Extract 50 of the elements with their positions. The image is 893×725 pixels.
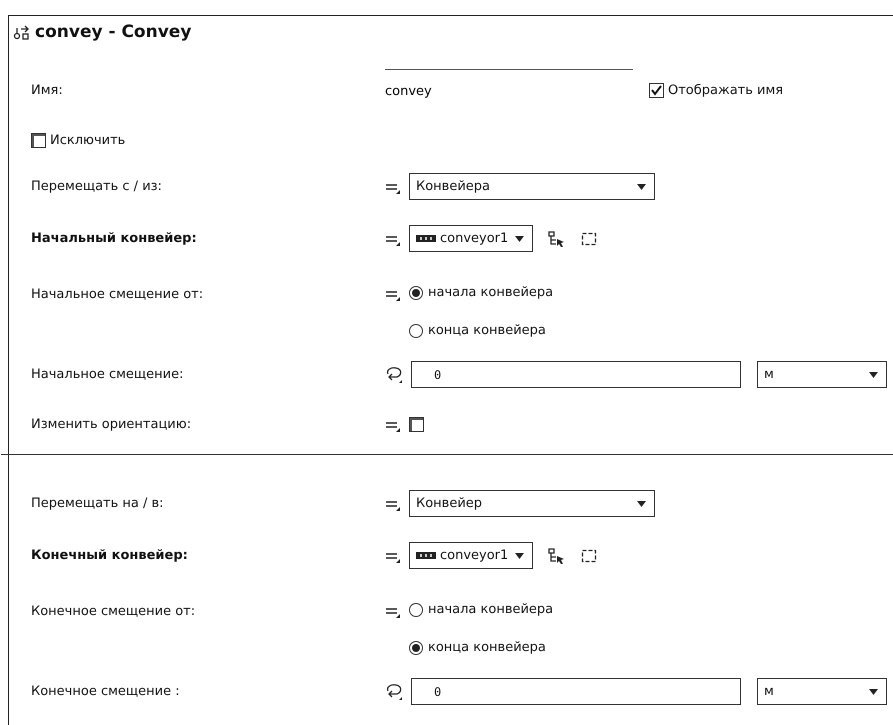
caret-icon: [637, 500, 646, 506]
field-label: Конечное смещение от:: [31, 602, 196, 620]
caret-icon: [515, 236, 524, 242]
caret-icon: [869, 688, 878, 694]
pick-icon[interactable]: [547, 230, 565, 248]
dropdown[interactable]: Конвейера: [409, 173, 655, 200]
loop-arrow-icon[interactable]: [385, 682, 403, 700]
radio-label[interactable]: начала конвейера: [428, 282, 554, 302]
radio-button[interactable]: [409, 286, 423, 300]
object-name: conveyor1: [440, 546, 508, 565]
dashed-square-icon[interactable]: [581, 230, 597, 246]
object-dropdown[interactable]: conveyor1: [409, 225, 533, 252]
checkbox[interactable]: [649, 83, 664, 98]
checkbox-label[interactable]: Отображать имя: [668, 80, 784, 100]
caret-icon: [637, 184, 646, 190]
radio-button[interactable]: [409, 324, 423, 338]
check-icon: [651, 85, 662, 96]
field-label: Изменить ориентацию:: [31, 416, 192, 434]
field-label: Перемещать с / из:: [31, 178, 163, 196]
pick-icon[interactable]: [547, 546, 565, 564]
radio-label[interactable]: конца конвейера: [428, 638, 546, 658]
field-label: Конечный конвейер:: [31, 546, 189, 565]
field-label: Конечное смещение :: [31, 682, 181, 701]
unit-dropdown[interactable]: м: [757, 678, 887, 705]
checkbox[interactable]: [409, 417, 424, 432]
loop-arrow-icon[interactable]: [385, 366, 403, 384]
radio-label[interactable]: конца конвейера: [428, 320, 546, 340]
bar-icon: [416, 552, 436, 559]
panel-title: convey - Convey: [35, 21, 192, 44]
radio-button[interactable]: [409, 640, 423, 654]
radio-label[interactable]: начала конвейера: [428, 600, 554, 620]
object-dropdown[interactable]: conveyor1: [409, 542, 533, 569]
bar-icon: [416, 235, 436, 242]
dropdown[interactable]: Конвейер: [409, 490, 655, 517]
unit-dropdown[interactable]: м: [757, 361, 887, 388]
field-label: Имя:: [31, 82, 64, 100]
object-name: conveyor1: [440, 230, 508, 248]
caret-icon: [515, 552, 524, 558]
network-icon: [13, 24, 31, 42]
value-field[interactable]: 0: [411, 678, 741, 705]
checkbox-label[interactable]: Исключить: [50, 130, 126, 150]
value-field[interactable]: 0: [411, 361, 741, 388]
field-label: Перемещать на / в:: [31, 494, 165, 513]
field-label: Начальный конвейер:: [31, 230, 198, 248]
field-label: Начальное смещение:: [31, 366, 184, 384]
field-label: Начальное смещение от:: [31, 286, 204, 304]
caret-icon: [869, 372, 878, 378]
radio-button[interactable]: [409, 602, 423, 616]
dashed-square-icon[interactable]: [581, 548, 597, 564]
checkbox[interactable]: [31, 133, 46, 148]
